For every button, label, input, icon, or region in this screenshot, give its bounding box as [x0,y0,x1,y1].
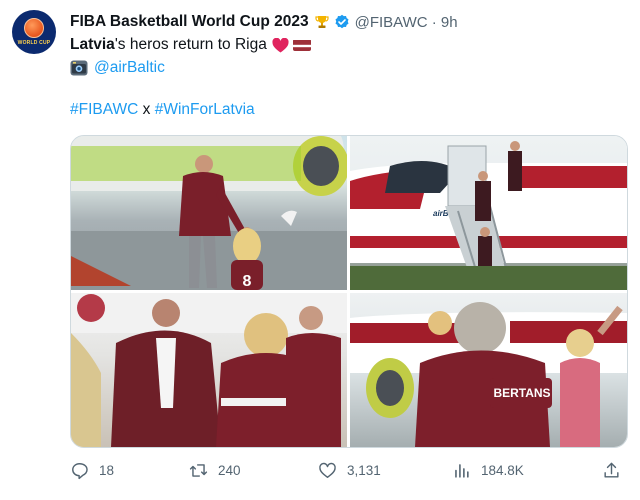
avatar-logo-art: WORLD CUP [17,40,51,46]
views-chart-icon [455,463,469,478]
tweet[interactable]: WORLD CUP FIBA Basketball World Cup 2023… [0,0,640,500]
like-button[interactable]: 3,131 [318,458,381,482]
photo-player-with-girl[interactable]: 8 [71,136,347,290]
hashtag-winforlatvia[interactable]: #WinForLatvia [155,101,255,118]
reply-icon [72,462,88,479]
verified-badge-icon [335,14,349,29]
hashtag-separator: x [138,101,155,118]
hashtag-fibawc[interactable]: #FIBAWC [70,101,138,118]
camera-icon [70,60,88,76]
photo-team-stairs[interactable]: airBaltic [350,136,627,290]
photo-team-stairs-art: airBaltic [350,141,627,290]
airbaltic-mention-link[interactable]: @airBaltic [94,59,165,77]
share-button[interactable] [602,458,621,482]
like-count: 3,131 [347,462,381,478]
reply-count: 18 [99,462,115,478]
tweet-text-rest: 's heros return to Riga [114,36,267,53]
latvia-text: Latvia [70,36,115,53]
retweet-button[interactable]: 240 [189,458,241,482]
retweet-count: 240 [218,462,241,478]
fiba-wc-avatar[interactable]: WORLD CUP [12,10,56,54]
photo-player-with-girl-art: 8 [71,136,347,290]
jersey-name: BERTANS [493,386,550,400]
trophy-icon [314,16,329,28]
reply-button[interactable]: 18 [70,458,114,482]
tweet-text-line1: Latvia 's heros return to Riga [70,36,311,54]
photo-bertans-hug[interactable]: BERTANS [350,293,627,447]
views-count: 184.8K [481,462,524,478]
red-heart-icon [272,37,289,52]
photo-player-hug-fan[interactable] [71,293,347,447]
tweet-actions: 18 240 3,131 184.8K [66,458,626,482]
photo-player-hug-fan-art [71,293,347,447]
photo-bertans-hug-art: BERTANS [350,302,627,447]
basketball-logo-icon [24,18,44,38]
heart-outline-icon [319,462,336,478]
retweet-icon [189,463,208,477]
hashtags-line: #FIBAWC x #WinForLatvia [70,101,255,119]
handle-and-time[interactable]: @FIBAWC · 9h [355,14,458,31]
girl-shirt-number: 8 [243,273,252,290]
tweet-text-line2: @airBaltic [70,59,165,77]
latvia-flag-icon [292,39,311,51]
views-button[interactable]: 184.8K [452,458,524,482]
share-icon [604,462,619,478]
tweet-header: FIBA Basketball World Cup 2023 @FIBAWC ·… [70,12,458,32]
photo-grid: 8 airBaltic [70,135,628,448]
author-name[interactable]: FIBA Basketball World Cup 2023 [70,13,309,31]
